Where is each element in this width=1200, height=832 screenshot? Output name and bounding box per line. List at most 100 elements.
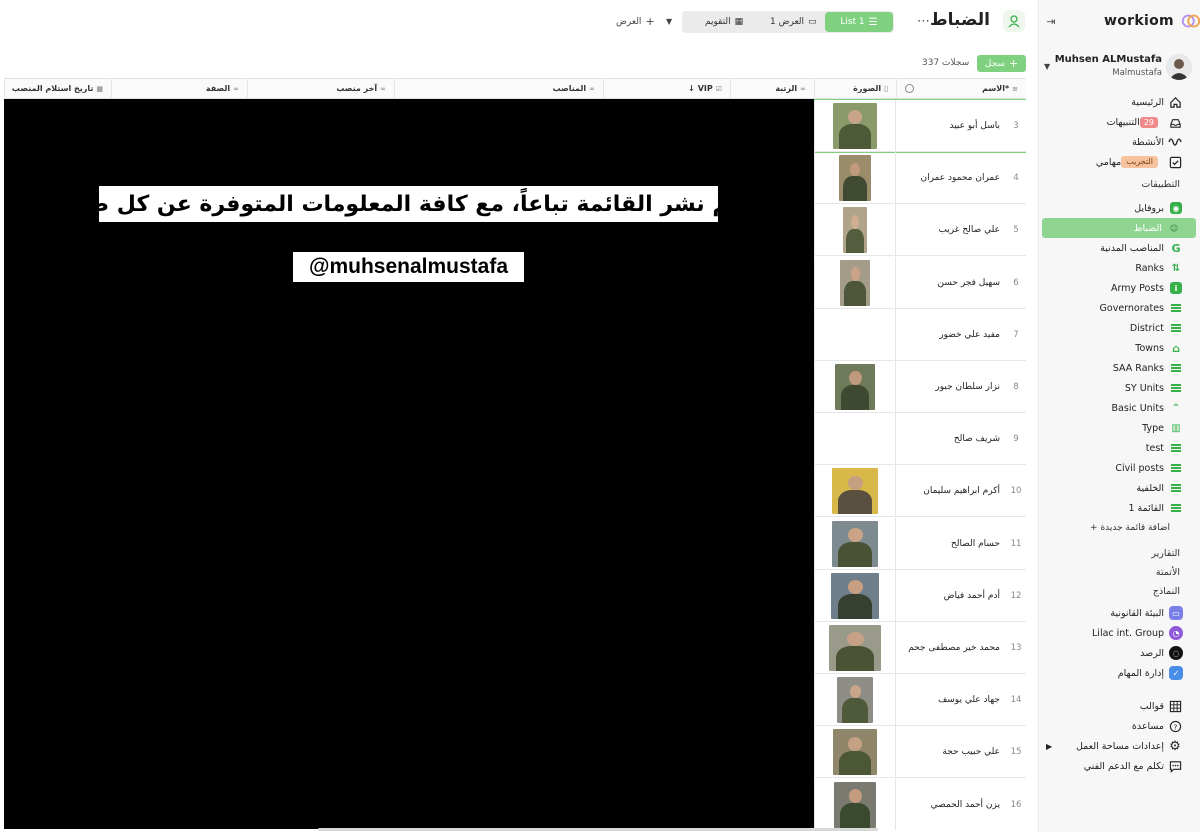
officer-photo[interactable] (843, 207, 867, 254)
photo-cell[interactable] (814, 256, 896, 309)
sidebar-item-district[interactable]: District (1040, 318, 1198, 338)
photo-cell[interactable] (814, 413, 896, 466)
table-row[interactable]: سهيل فجر حسن 6 (814, 256, 1026, 309)
photo-cell[interactable] (814, 622, 896, 674)
sidebar-item-type[interactable]: Type ▥ (1040, 418, 1198, 438)
officer-name[interactable]: محمد خير مصطفى جحم (896, 622, 1006, 674)
officer-name[interactable]: شريف صالح (896, 413, 1006, 465)
sidebar-item-list-1[interactable]: القائمة 1 (1040, 498, 1198, 518)
column-header-rank[interactable]: الرتبة ∞ (730, 79, 814, 99)
table-row[interactable]: عمران محمود عمران 4 (814, 152, 1026, 205)
photo-cell[interactable] (814, 152, 896, 205)
sidebar-item-saa-ranks[interactable]: SAA Ranks (1040, 358, 1198, 378)
officer-photo[interactable] (835, 364, 875, 410)
collapse-sidebar-icon[interactable]: ⇥ (1044, 14, 1058, 28)
user-profile[interactable]: ▼ Muhsen ALMustafa Malmustafa (1044, 52, 1194, 82)
sidebar-item-basic-units[interactable]: Basic Units ⌃ (1040, 398, 1198, 418)
officer-photo[interactable] (834, 781, 876, 828)
column-header-positions[interactable]: المناصب ∞ (394, 79, 603, 99)
officer-name[interactable]: علي حبيب حجة (896, 726, 1006, 778)
sidebar-item-background[interactable]: الخلفية (1040, 478, 1198, 498)
sidebar-item-civil-posts[interactable]: Civil posts (1040, 458, 1198, 478)
officer-name[interactable]: جهاد علي يوسف (896, 674, 1006, 726)
officer-name[interactable]: علي صالح غريب (896, 204, 1006, 256)
officer-name[interactable]: حسام الصالح (896, 518, 1006, 570)
column-header-last-position[interactable]: آخر منصب ∞ (247, 79, 394, 99)
sidebar-item-notifications[interactable]: التنبيهات 29 (1040, 112, 1198, 132)
column-header-name[interactable]: الاسم* ≡ (896, 79, 1026, 99)
photo-cell[interactable] (814, 569, 896, 622)
photo-cell[interactable] (814, 361, 896, 413)
sidebar-item-towns[interactable]: Towns ⌂ (1040, 338, 1198, 358)
officer-photo[interactable] (833, 729, 877, 776)
table-row[interactable]: شريف صالح 9 (814, 413, 1026, 466)
sidebar-item-civil-positions[interactable]: المناصب المدنية G (1040, 238, 1198, 258)
table-row[interactable]: علي صالح غريب 5 (814, 204, 1026, 257)
sidebar-item-profile[interactable]: بروفايل ◉ (1040, 198, 1198, 218)
photo-cell[interactable] (814, 778, 896, 830)
photo-cell[interactable] (814, 465, 896, 518)
column-header-capacity[interactable]: الصفة ∞ (111, 79, 247, 99)
column-header-vip[interactable]: ↓ VIP ☑ (603, 79, 730, 99)
officer-name[interactable]: مفيد علي خضور (896, 309, 1006, 361)
sidebar-item-governorates[interactable]: Governorates (1040, 298, 1198, 318)
photo-cell[interactable] (814, 674, 896, 727)
officer-name[interactable]: باسل أبو عبيد (896, 100, 1006, 152)
workspace-lilac-group[interactable]: Lilac int. Group ◔ (1040, 623, 1198, 643)
add-new-list-link[interactable]: + اضافة قائمة جديدة (1040, 518, 1198, 538)
table-row[interactable]: يزن أحمد الحمصي 16 (814, 778, 1026, 830)
photo-cell[interactable] (814, 726, 896, 779)
horizontal-scrollbar[interactable] (318, 828, 878, 831)
table-row[interactable]: جهاد علي يوسف 14 (814, 674, 1026, 727)
table-row[interactable]: باسل أبو عبيد 3 (813, 99, 1026, 153)
photo-cell[interactable] (814, 308, 896, 361)
more-options-icon[interactable]: ⋯ (917, 14, 930, 29)
sidebar-item-army-posts[interactable]: Army Posts i (1040, 278, 1198, 298)
view-tab-calendar[interactable]: التقويم ▦ (705, 11, 743, 33)
officer-name[interactable]: أدم أحمد فياض (896, 570, 1006, 622)
sidebar-item-test[interactable]: test (1040, 438, 1198, 458)
officer-name[interactable]: نزار سلطان جبور (896, 361, 1006, 413)
officer-name[interactable]: يزن أحمد الحمصي (896, 779, 1006, 830)
sidebar-item-my-tasks[interactable]: مهامي التجريب (1040, 152, 1198, 172)
photo-cell[interactable] (814, 100, 896, 152)
section-forms[interactable]: النماذج (1040, 582, 1198, 601)
select-all-checkbox[interactable] (905, 84, 914, 93)
section-reports[interactable]: التقارير (1040, 544, 1198, 563)
officer-photo[interactable] (832, 520, 878, 567)
sidebar-item-support-chat[interactable]: تكلم مع الدعم الفني (1040, 756, 1198, 776)
officer-photo[interactable] (839, 155, 871, 202)
officer-name[interactable]: أكرم ابراهيم سليمان (896, 465, 1006, 517)
view-tab-list-1[interactable]: List 1 ☰ (825, 12, 893, 32)
table-row[interactable]: مفيد علي خضور 7 (814, 308, 1026, 361)
add-view-button[interactable]: العرض + (616, 15, 655, 28)
column-header-position-date[interactable]: تاريخ استلام المنصب ▦ (4, 79, 111, 99)
sidebar-item-workspace-settings[interactable]: إعدادات مساحة العمل ⚙ (1040, 736, 1198, 756)
sidebar-item-ranks[interactable]: Ranks ⇅ (1040, 258, 1198, 278)
add-record-button[interactable]: سجل + (977, 55, 1026, 72)
table-row[interactable]: أدم أحمد فياض 12 (814, 569, 1026, 622)
sidebar-item-templates[interactable]: قوالب (1040, 696, 1198, 716)
table-row[interactable]: نزار سلطان جبور 8 (814, 361, 1026, 413)
section-automation[interactable]: الأتمتة (1040, 563, 1198, 582)
officer-photo[interactable] (829, 625, 881, 671)
views-dropdown-caret-icon[interactable]: ▼ (666, 17, 672, 26)
photo-cell[interactable] (814, 517, 896, 570)
officer-photo[interactable] (831, 572, 879, 619)
officer-photo[interactable] (840, 259, 870, 306)
view-tab-view-1[interactable]: العرض 1 ▭ (770, 11, 817, 33)
expand-caret-icon[interactable]: ▶ (1046, 742, 1052, 751)
sidebar-item-home[interactable]: الرئيسية (1040, 92, 1198, 112)
table-row[interactable]: علي حبيب حجة 15 (814, 726, 1026, 779)
sidebar-item-sy-units[interactable]: SY Units (1040, 378, 1198, 398)
officer-photo[interactable] (832, 468, 878, 515)
officer-name[interactable]: سهيل فجر حسن (896, 257, 1006, 309)
user-menu-caret-icon[interactable]: ▼ (1044, 62, 1050, 71)
workspace-task-management[interactable]: إدارة المهام ✓ (1040, 663, 1198, 683)
table-row[interactable]: محمد خير مصطفى جحم 13 (814, 622, 1026, 674)
table-row[interactable]: أكرم ابراهيم سليمان 10 (814, 465, 1026, 518)
photo-cell[interactable] (814, 204, 896, 257)
sidebar-item-officers[interactable]: الضباط ☺ (1042, 218, 1196, 238)
officer-photo[interactable] (833, 103, 877, 149)
column-header-photo[interactable]: الصورة ▯ (814, 79, 896, 99)
